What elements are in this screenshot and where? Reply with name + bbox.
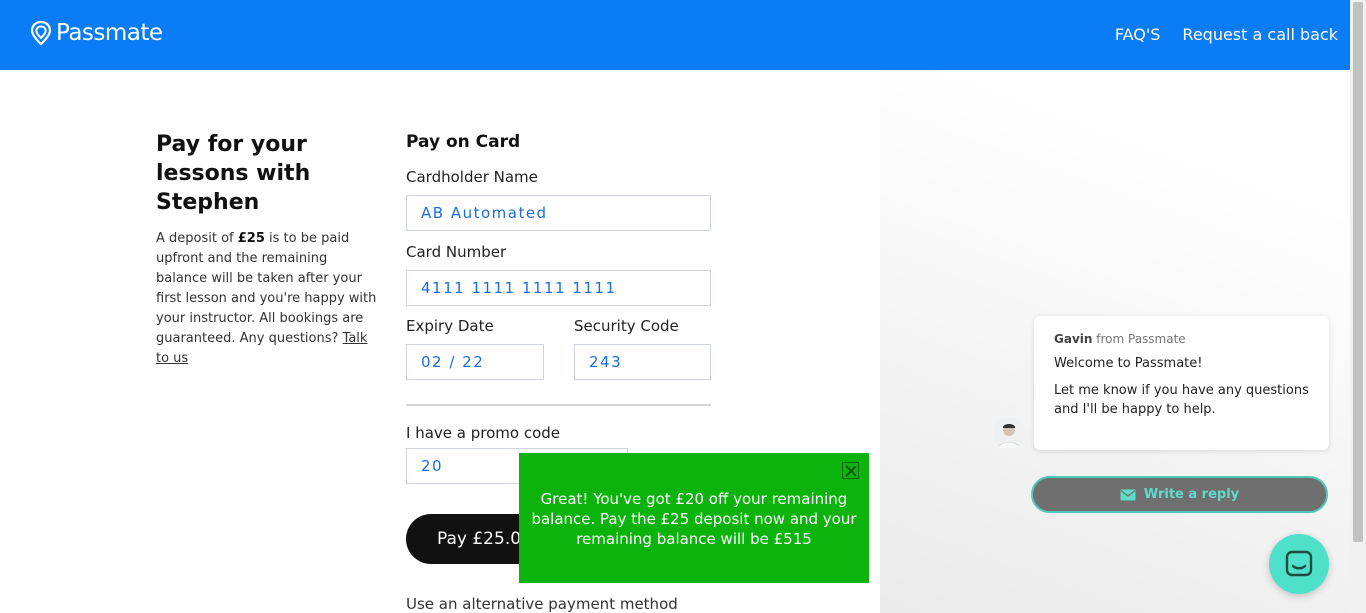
intro-section: Pay for your lessons with Stephen A depo… [156,130,378,369]
top-nav: FAQ'S Request a call back [1115,25,1338,44]
chat-body: Let me know if you have any questions an… [1054,383,1309,417]
top-navbar: Passmate FAQ'S Request a call back [0,0,1350,70]
agent-avatar [993,417,1025,449]
security-code-input[interactable] [574,344,711,380]
deposit-text-before: A deposit of [156,231,238,246]
security-code-label: Security Code [574,317,679,335]
write-reply-label: Write a reply [1143,487,1240,502]
agent-portrait-icon [993,417,1025,449]
chat-welcome: Welcome to Passmate! [1054,356,1203,371]
alternative-payment-link[interactable]: Use an alternative payment method [406,595,678,613]
brand-logo[interactable]: Passmate [30,20,163,46]
chat-bubble-icon [1285,550,1313,577]
cardholder-name-label: Cardholder Name [406,168,538,186]
chat-sender: Gavin from Passmate [1054,332,1309,346]
chat-from-suffix: from Passmate [1092,332,1186,346]
deposit-text-after: is to be paid upfront and the remaining … [156,231,377,346]
form-divider [406,404,711,406]
promo-success-toast: Great! You've got £20 off your remaining… [519,453,869,583]
deposit-description: A deposit of £25 is to be paid upfront a… [156,229,378,369]
close-icon[interactable] [842,462,859,479]
page-scrollbar[interactable] [1350,0,1366,613]
card-number-input[interactable] [406,270,711,306]
form-title: Pay on Card [406,132,521,152]
card-payment-form: Pay on Card Cardholder Name Card Number … [406,130,711,613]
toast-message: Great! You've got £20 off your remaining… [531,490,857,548]
scrollbar-thumb[interactable] [1353,2,1363,542]
chat-agent-name: Gavin [1054,332,1093,346]
chat-message-card: Gavin from Passmate Welcome to Passmate!… [1034,316,1329,450]
card-number-label: Card Number [406,243,507,261]
nav-request-callback-link[interactable]: Request a call back [1182,25,1338,44]
chat-launcher-button[interactable] [1269,534,1329,594]
brand-name: Passmate [56,20,163,46]
expiry-date-label: Expiry Date [406,317,494,335]
pin-logo-icon [30,20,52,46]
expiry-date-input[interactable] [406,344,544,380]
nav-faqs-link[interactable]: FAQ'S [1115,25,1161,44]
promo-code-label: I have a promo code [406,424,560,442]
deposit-amount: £25 [237,231,265,246]
page-title: Pay for your lessons with Stephen [156,132,311,215]
envelope-icon [1120,489,1136,500]
write-reply-button[interactable]: Write a reply [1031,476,1328,513]
cardholder-name-input[interactable] [406,195,711,231]
